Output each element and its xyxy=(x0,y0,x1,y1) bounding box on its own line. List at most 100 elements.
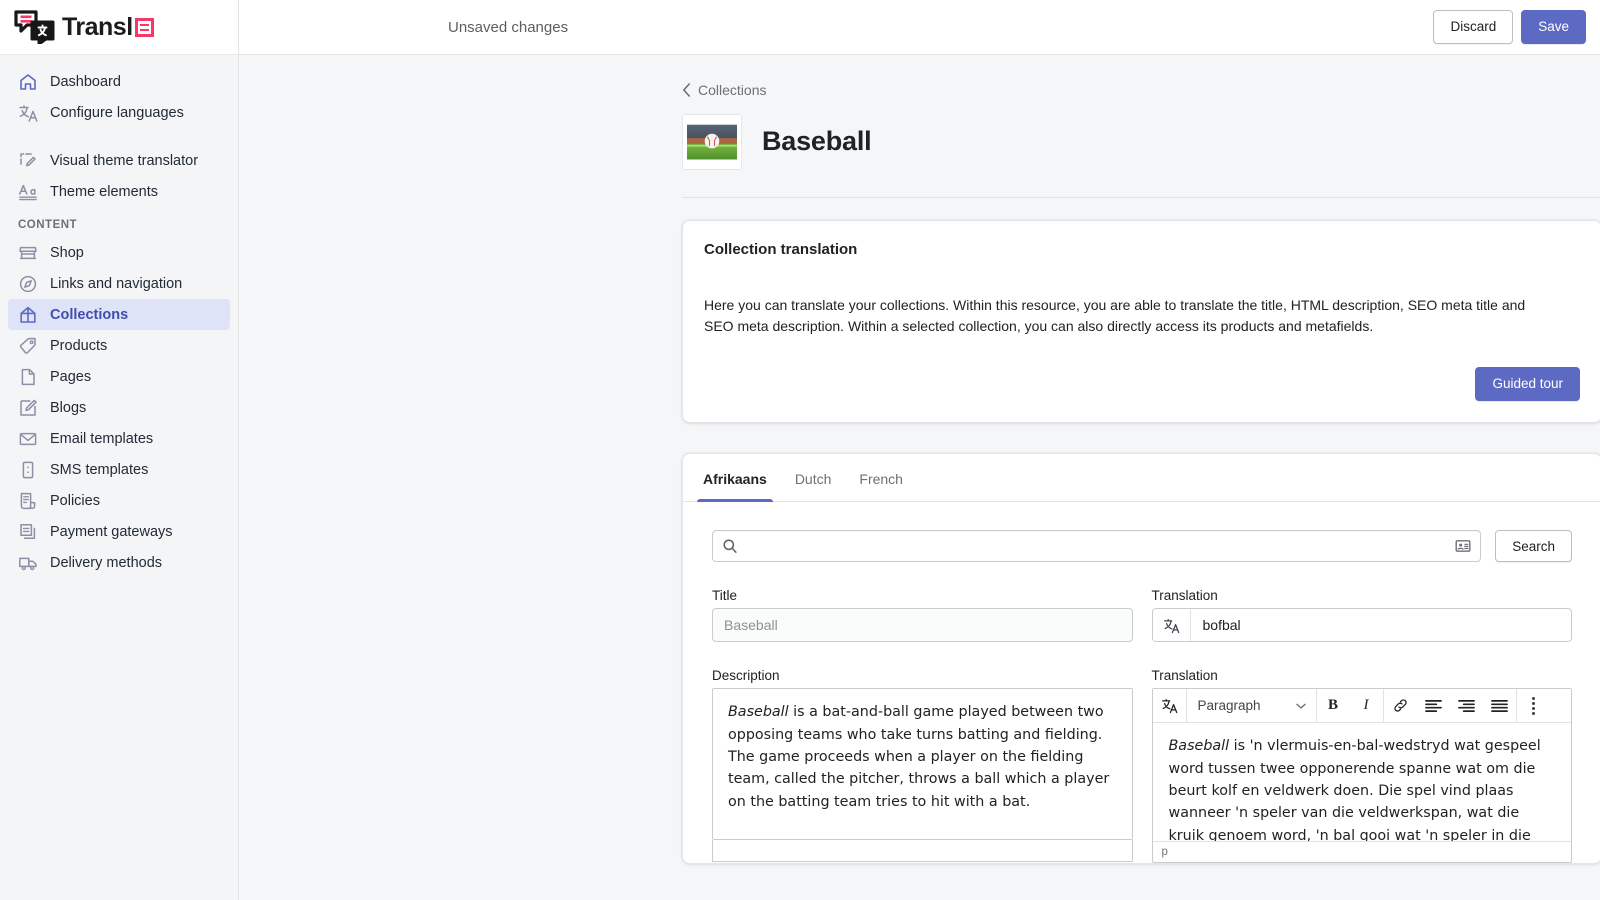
sidebar-item-label: SMS templates xyxy=(50,461,149,478)
brand-logo[interactable]: Transl xyxy=(0,0,238,55)
store-icon xyxy=(19,246,37,259)
brand-name: Transl xyxy=(62,13,154,42)
card-description: Here you can translate your collections.… xyxy=(704,297,1526,335)
title-source-value: Baseball xyxy=(712,608,1133,643)
block-format-select[interactable]: Paragraph xyxy=(1187,689,1316,722)
home-icon xyxy=(20,73,36,90)
sidebar-item-label: Payment gateways xyxy=(50,523,173,540)
contact-card-icon[interactable] xyxy=(1455,538,1471,554)
collection-thumbnail xyxy=(682,113,742,170)
search-icon xyxy=(723,539,737,554)
sidebar-item-products[interactable]: Products xyxy=(8,330,230,361)
description-translation-col: Translation Paragraph B I Baseball is 'n… xyxy=(1151,668,1572,864)
translate-icon xyxy=(1161,699,1177,714)
envelope-icon xyxy=(19,432,37,445)
blog-pencil-icon xyxy=(20,399,37,416)
sidebar-item-label: Pages xyxy=(50,368,92,385)
bold-button[interactable]: B xyxy=(1317,689,1350,722)
align-right-button[interactable] xyxy=(1450,689,1483,722)
sidebar-nav: Dashboard Configure languages Visual the… xyxy=(0,55,238,900)
drag-dots-icon xyxy=(1531,696,1535,715)
sidebar-item-email-templates[interactable]: Email templates xyxy=(8,423,230,454)
translate-icon-button[interactable] xyxy=(1152,609,1191,642)
sidebar-item-label: Email templates xyxy=(50,430,154,447)
main-area: Unsaved changes Discard Save Collections xyxy=(239,0,1600,900)
sidebar-item-dashboard[interactable]: Dashboard xyxy=(8,66,230,97)
page-content: Collections Baseball Collection translat… xyxy=(239,55,1600,900)
breadcrumb[interactable]: Collections xyxy=(682,82,1600,98)
sidebar-item-label: Visual theme translator xyxy=(50,152,199,169)
title-source-col: Title Baseball xyxy=(712,588,1133,643)
typography-icon xyxy=(19,184,37,200)
editor-body[interactable]: Baseball is 'n vlermuis-en-bal-wedstryd … xyxy=(1153,723,1572,841)
sidebar-item-payment-gateways[interactable]: Payment gateways xyxy=(8,516,230,547)
sidebar: Transl Dashboard Configure languages Vis… xyxy=(0,0,239,900)
search-field[interactable] xyxy=(712,530,1482,563)
chevron-left-icon xyxy=(683,83,690,97)
description-source-box: Baseball is a bat-and-ball game played b… xyxy=(712,688,1133,841)
rich-text-editor: Paragraph B I Baseball is 'n vlermuis-en… xyxy=(1151,688,1572,864)
title-field-row: Title Baseball Translation xyxy=(712,588,1572,643)
sidebar-item-theme-elements[interactable]: Theme elements xyxy=(8,176,230,207)
sidebar-item-delivery-methods[interactable]: Delivery methods xyxy=(8,547,230,578)
title-translation-col: Translation xyxy=(1151,588,1572,643)
search-button[interactable]: Search xyxy=(1495,530,1572,563)
description-translation-label: Translation xyxy=(1151,668,1218,684)
editor-toolbar: Paragraph B I xyxy=(1152,689,1571,724)
block-format-value: Paragraph xyxy=(1197,698,1261,714)
tab-french[interactable]: French xyxy=(845,454,917,501)
link-icon xyxy=(1393,699,1407,712)
sidebar-item-label: Delivery methods xyxy=(50,554,163,571)
title-translation-input[interactable] xyxy=(1190,609,1571,642)
guided-tour-button[interactable]: Guided tour xyxy=(1475,367,1580,402)
search-input[interactable] xyxy=(738,538,1456,555)
description-source-col: Description Baseball is a bat-and-ball g… xyxy=(712,668,1133,863)
topbar-actions: Discard Save xyxy=(1433,9,1586,45)
sidebar-item-policies[interactable]: Policies xyxy=(8,485,230,516)
sidebar-item-label: Collections xyxy=(50,306,129,323)
sidebar-item-links-and-navigation[interactable]: Links and navigation xyxy=(8,268,230,299)
sidebar-item-configure-languages[interactable]: Configure languages xyxy=(8,97,230,128)
link-button[interactable] xyxy=(1384,689,1417,722)
description-label: Description xyxy=(712,668,780,684)
align-justify-icon xyxy=(1490,699,1508,712)
content-inner: Collections Baseball Collection translat… xyxy=(682,55,1600,865)
unsaved-changes-status: Unsaved changes xyxy=(448,18,569,36)
title-translation-group xyxy=(1151,608,1572,643)
discard-button[interactable]: Discard xyxy=(1433,9,1514,45)
sidebar-item-pages[interactable]: Pages xyxy=(8,361,230,392)
brand-box-icon xyxy=(134,17,154,37)
sidebar-item-blogs[interactable]: Blogs xyxy=(8,392,230,423)
sidebar-section-content: CONTENT xyxy=(18,219,78,231)
theme-edit-icon xyxy=(20,152,36,166)
sidebar-item-shop[interactable]: Shop xyxy=(8,237,230,268)
language-swap-icon xyxy=(19,104,38,122)
editor-translate-button[interactable] xyxy=(1153,689,1186,722)
page-title: Baseball xyxy=(762,126,872,157)
tab-dutch[interactable]: Dutch xyxy=(781,454,846,501)
baseball-photo-icon xyxy=(687,124,737,159)
card-actions: Guided tour xyxy=(704,367,1580,402)
search-row: Search xyxy=(712,530,1572,563)
title-translation-label: Translation xyxy=(1151,588,1218,604)
toolbar-overflow-button[interactable] xyxy=(1517,689,1550,722)
save-button[interactable]: Save xyxy=(1521,9,1586,45)
sidebar-item-label: Blogs xyxy=(50,399,87,416)
tab-afrikaans[interactable]: Afrikaans xyxy=(689,454,781,503)
sms-icon xyxy=(22,461,34,478)
sidebar-item-visual-theme-translator[interactable]: Visual theme translator xyxy=(8,145,230,176)
sidebar-item-collections[interactable]: Collections xyxy=(8,299,230,330)
description-source-lead: Baseball xyxy=(728,704,789,721)
sidebar-item-label: Dashboard xyxy=(50,73,121,90)
description-source-footer xyxy=(712,840,1133,863)
sidebar-item-label: Theme elements xyxy=(50,183,158,200)
collection-icon xyxy=(20,306,36,323)
align-justify-button[interactable] xyxy=(1483,689,1516,722)
translation-lead: Baseball xyxy=(1168,738,1230,755)
translate-icon xyxy=(1163,618,1179,633)
italic-button[interactable]: I xyxy=(1350,689,1383,722)
sidebar-divider-gap xyxy=(0,128,238,145)
sidebar-item-sms-templates[interactable]: SMS templates xyxy=(8,454,230,485)
align-left-button[interactable] xyxy=(1417,689,1450,722)
card-title: Collection translation xyxy=(704,241,858,259)
